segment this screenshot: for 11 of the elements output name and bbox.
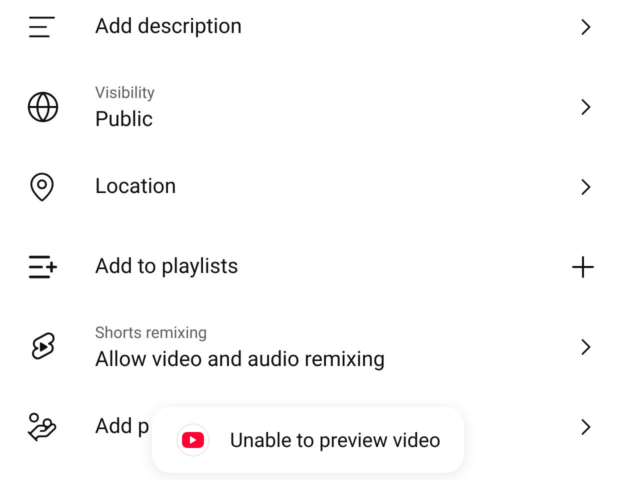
video-logo-icon — [176, 423, 210, 457]
globe-icon — [26, 90, 60, 124]
setting-label[interactable]: Allow video and audio remixing — [95, 348, 572, 372]
setting-label[interactable]: Location — [95, 175, 572, 199]
setting-sublabel: Shorts remixing — [95, 322, 208, 342]
setting-label[interactable]: Public — [95, 108, 572, 132]
hand-money-icon — [26, 411, 58, 443]
setting-label[interactable]: Add to playlists — [95, 255, 566, 279]
setting-label[interactable]: Add description — [95, 15, 572, 39]
toast-message: Unable to preview video — [230, 428, 441, 452]
setting-sublabel: Visibility — [95, 82, 156, 102]
